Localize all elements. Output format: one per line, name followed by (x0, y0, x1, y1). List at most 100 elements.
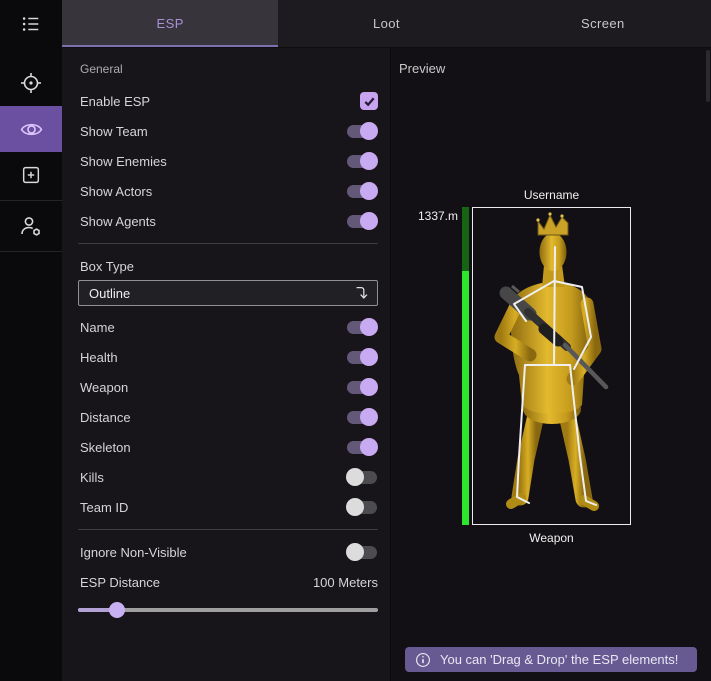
show-team-label: Show Team (78, 124, 148, 139)
toggle-knob (360, 212, 378, 230)
sidebar-item-players[interactable] (0, 203, 62, 249)
box-type-select[interactable]: Outline (78, 280, 378, 306)
health-label: Health (78, 350, 118, 365)
team-id-row: Team ID (78, 492, 378, 522)
settings-panel: General Enable ESP Show Team Show Enemie… (62, 48, 390, 681)
sidebar-divider (0, 200, 62, 201)
tab-bar: ESP Loot Screen (62, 0, 711, 48)
esp-distance-slider[interactable] (78, 597, 378, 623)
distance-toggle[interactable] (347, 411, 377, 424)
menu-list-icon (20, 13, 42, 35)
preview-title: Preview (399, 61, 445, 76)
team-id-toggle[interactable] (347, 501, 377, 514)
scrollbar-thumb[interactable] (706, 50, 710, 102)
tab-screen-label: Screen (581, 16, 625, 31)
info-icon (415, 652, 431, 668)
health-row: Health (78, 342, 378, 372)
check-icon (363, 95, 376, 108)
esp-username-element[interactable]: Username (472, 188, 631, 202)
kills-label: Kills (78, 470, 104, 485)
sidebar (0, 0, 62, 681)
team-id-label: Team ID (78, 500, 128, 515)
enable-esp-label: Enable ESP (78, 94, 150, 109)
weapon-toggle[interactable] (347, 381, 377, 394)
toggle-knob (360, 408, 378, 426)
toggle-knob (360, 182, 378, 200)
show-agents-row: Show Agents (78, 206, 378, 236)
show-agents-toggle[interactable] (347, 215, 377, 228)
toggle-knob (360, 378, 378, 396)
show-actors-label: Show Actors (78, 184, 152, 199)
sidebar-item-add[interactable] (0, 152, 62, 198)
sidebar-item-aimbot[interactable] (0, 60, 62, 106)
dropdown-arrow-icon (353, 284, 371, 302)
name-label: Name (78, 320, 115, 335)
skeleton-row: Skeleton (78, 432, 378, 462)
toggle-knob (346, 468, 364, 486)
health-toggle[interactable] (347, 351, 377, 364)
hint-banner: You can 'Drag & Drop' the ESP elements! (405, 647, 697, 672)
esp-distance-element[interactable]: 1337.m (401, 209, 458, 223)
sidebar-divider (0, 251, 62, 252)
add-box-icon (20, 164, 42, 186)
enable-esp-checkbox[interactable] (360, 92, 378, 110)
esp-distance-label: ESP Distance (78, 575, 160, 590)
tab-esp-label: ESP (157, 16, 184, 31)
divider (78, 243, 378, 244)
ignore-non-visible-label: Ignore Non-Visible (78, 545, 187, 560)
show-agents-label: Show Agents (78, 214, 156, 229)
show-enemies-label: Show Enemies (78, 154, 167, 169)
show-actors-row: Show Actors (78, 176, 378, 206)
tab-screen[interactable]: Screen (495, 0, 711, 47)
box-type-label: Box Type (78, 251, 378, 280)
name-toggle[interactable] (347, 321, 377, 334)
character-preview-figure (472, 207, 631, 525)
skeleton-toggle[interactable] (347, 441, 377, 454)
name-row: Name (78, 312, 378, 342)
show-team-toggle[interactable] (347, 125, 377, 138)
toggle-knob (360, 152, 378, 170)
divider (78, 529, 378, 530)
esp-distance-value: 100 Meters (311, 575, 378, 590)
show-team-row: Show Team (78, 116, 378, 146)
enable-esp-row: Enable ESP (78, 86, 378, 116)
toggle-knob (346, 543, 364, 561)
weapon-label: Weapon (78, 380, 128, 395)
toggle-knob (360, 438, 378, 456)
weapon-row: Weapon (78, 372, 378, 402)
sidebar-item-menu[interactable] (0, 0, 62, 48)
distance-label: Distance (78, 410, 131, 425)
sidebar-item-esp[interactable] (0, 106, 62, 152)
tab-loot-label: Loot (373, 16, 400, 31)
ignore-non-visible-toggle[interactable] (347, 546, 377, 559)
skeleton-label: Skeleton (78, 440, 131, 455)
app-window: ESP Loot Screen General Enable ESP Show … (0, 0, 711, 681)
esp-distance-row: ESP Distance 100 Meters (78, 567, 378, 597)
crown (536, 212, 568, 235)
tab-loot[interactable]: Loot (278, 0, 494, 47)
toggle-knob (360, 318, 378, 336)
section-title: General (78, 48, 378, 86)
distance-row: Distance (78, 402, 378, 432)
esp-health-bar[interactable] (462, 207, 469, 525)
health-bar-remaining (462, 271, 469, 525)
toggle-knob (346, 498, 364, 516)
tab-esp[interactable]: ESP (62, 0, 278, 47)
slider-knob[interactable] (109, 602, 125, 618)
show-enemies-toggle[interactable] (347, 155, 377, 168)
preview-panel: Preview Username 1337.m (390, 48, 711, 681)
health-bar-depleted (462, 207, 469, 271)
toggle-knob (360, 122, 378, 140)
eye-icon (19, 117, 44, 142)
show-enemies-row: Show Enemies (78, 146, 378, 176)
kills-toggle[interactable] (347, 471, 377, 484)
esp-weapon-element[interactable]: Weapon (472, 531, 631, 545)
crosshair-icon (19, 71, 43, 95)
show-actors-toggle[interactable] (347, 185, 377, 198)
hint-banner-text: You can 'Drag & Drop' the ESP elements! (440, 652, 678, 667)
person-gear-icon (19, 214, 43, 238)
box-type-value: Outline (89, 286, 130, 301)
ignore-non-visible-row: Ignore Non-Visible (78, 537, 378, 567)
toggle-knob (360, 348, 378, 366)
kills-row: Kills (78, 462, 378, 492)
